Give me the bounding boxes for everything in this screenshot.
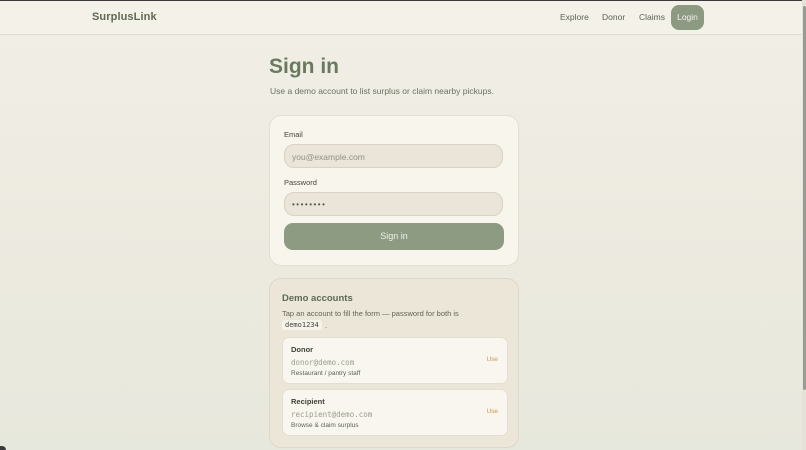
account-name: Donor (291, 345, 314, 354)
demo-accounts-description: Tap an account to fill the form — passwo… (282, 309, 459, 318)
account-role: Restaurant / pantry staff (291, 370, 361, 377)
demo-account-donor[interactable]: Donor donor@demo.com Restaurant / pantry… (282, 337, 508, 384)
nav-donor[interactable]: Donor (602, 12, 625, 22)
use-recipient-button[interactable]: Use (486, 408, 498, 415)
demo-accounts-title: Demo accounts (282, 293, 353, 304)
account-email: donor@demo.com (291, 358, 355, 367)
nav-explore[interactable]: Explore (560, 12, 589, 22)
demo-description-period: . (325, 321, 328, 330)
demo-password-code: demo1234 (282, 320, 322, 330)
page-title: Sign in (269, 55, 339, 78)
use-donor-button[interactable]: Use (486, 356, 498, 363)
brand-logo[interactable]: SurplusLink (92, 11, 157, 23)
password-label: Password (284, 178, 317, 187)
account-name: Recipient (291, 397, 325, 406)
demo-accounts-panel: Demo accounts Tap an account to fill the… (269, 278, 519, 448)
page-subtitle: Use a demo account to list surplus or cl… (270, 86, 494, 96)
account-email: recipient@demo.com (291, 410, 373, 419)
sign-in-card: Email you@example.com Password •••••••• … (269, 115, 519, 266)
account-role: Browse & claim surplus (291, 422, 359, 429)
email-field[interactable]: you@example.com (284, 144, 503, 168)
nav-claims[interactable]: Claims (639, 12, 665, 22)
login-button[interactable]: Login (671, 5, 704, 30)
email-label: Email (284, 130, 303, 139)
sign-in-button[interactable]: Sign in (284, 223, 504, 250)
top-navbar: SurplusLink Explore Donor Claims Login (0, 1, 802, 35)
password-field[interactable]: •••••••• (284, 192, 503, 216)
window-corner (0, 446, 6, 450)
demo-account-recipient[interactable]: Recipient recipient@demo.com Browse & cl… (282, 389, 508, 436)
page-scrollbar[interactable] (802, 0, 806, 450)
